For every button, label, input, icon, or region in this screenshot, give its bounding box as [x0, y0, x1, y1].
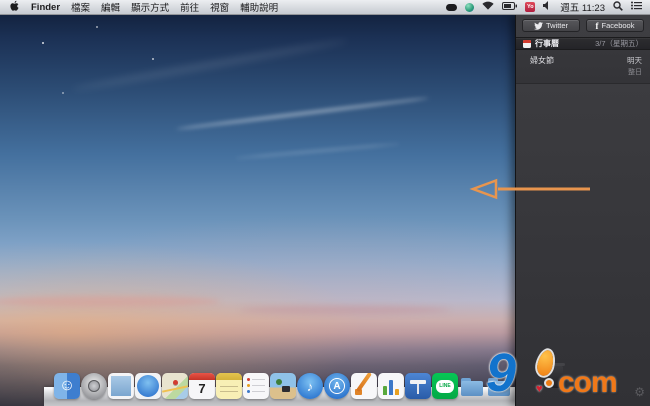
dock-line-icon[interactable]: LINE	[432, 373, 458, 399]
horizon-cloud	[240, 306, 450, 314]
apple-menu-icon[interactable]	[10, 0, 20, 15]
menu-item-go[interactable]: 前往	[180, 0, 199, 14]
dock-iphoto-icon[interactable]	[270, 373, 296, 399]
share-buttons-row: Twitter f Facebook	[516, 15, 650, 35]
contrail-cloud	[235, 143, 400, 159]
twitter-bird-icon	[534, 22, 543, 30]
calendar-day-number: 7	[189, 381, 215, 396]
calendar-section-header[interactable]: 行事曆 3/7（星期五）	[516, 37, 650, 50]
dock-calendar-icon[interactable]: 7	[189, 373, 215, 399]
pen	[356, 373, 372, 392]
dock-finder-icon[interactable]: ☺	[54, 373, 80, 399]
menu-item-file[interactable]: 檔案	[71, 0, 90, 14]
watermark-nine: 9	[486, 342, 516, 404]
active-app-name[interactable]: Finder	[31, 2, 60, 13]
star	[42, 42, 44, 44]
map-road	[162, 385, 188, 392]
cloud-wisp	[72, 38, 349, 93]
facebook-share-button[interactable]: f Facebook	[586, 19, 644, 32]
dock-reminders-icon[interactable]	[243, 373, 269, 399]
dock-pages-icon[interactable]	[351, 373, 377, 399]
dock: ☺ 7 ♪ A LINE	[54, 373, 512, 399]
podium-leg	[417, 384, 419, 394]
volume-icon[interactable]	[543, 1, 552, 13]
facebook-button-label: Facebook	[602, 21, 635, 30]
dock-keynote-icon[interactable]	[405, 373, 431, 399]
palm-tree	[276, 379, 282, 385]
dock-appstore-icon[interactable]: A	[324, 373, 350, 399]
calendar-section-title: 行事曆	[535, 38, 559, 49]
menu-item-window[interactable]: 視窗	[210, 0, 229, 14]
event-when: 明天	[627, 55, 642, 66]
line-speech-bubble: LINE	[436, 380, 454, 393]
dock-notes-icon[interactable]	[216, 373, 242, 399]
wifi-icon[interactable]	[482, 1, 494, 13]
star	[62, 92, 64, 94]
bird-photo	[116, 383, 126, 386]
event-duration: 整日	[627, 67, 642, 77]
yo-badge-icon[interactable]: Yo	[525, 2, 535, 12]
watermark-logo: 9 ♥ com	[486, 348, 650, 406]
compass-needle	[142, 379, 154, 393]
menu-bar: Finder 檔案 編輯 顯示方式 前往 視窗 輔助說明 Yo 週五 11:23	[0, 0, 650, 15]
watermark-com-text: com	[558, 366, 617, 400]
contrail-cloud	[176, 96, 429, 130]
event-name: 婦女節	[530, 55, 554, 77]
spotlight-icon[interactable]	[613, 1, 623, 14]
annotation-arrow-left	[468, 178, 593, 205]
notification-center-icon[interactable]	[631, 1, 642, 13]
dock-documents-folder-icon[interactable]	[459, 373, 485, 399]
calendar-icon	[523, 40, 531, 48]
dock-itunes-icon[interactable]: ♪	[297, 373, 323, 399]
star	[96, 26, 98, 28]
star	[152, 58, 154, 60]
calendar-section-date: 3/7（星期五）	[595, 38, 643, 49]
horizon-cloud	[0, 296, 220, 307]
dock-safari-icon[interactable]	[135, 373, 161, 399]
sync-circle-icon[interactable]	[465, 3, 474, 12]
menu-bar-clock[interactable]: 週五 11:23	[560, 0, 605, 14]
watermark-exclamation-dot	[546, 380, 552, 386]
facebook-f-icon: f	[596, 21, 599, 31]
chat-oval-icon[interactable]	[446, 4, 457, 11]
map-pin	[173, 380, 178, 385]
macos-desktop: Finder 檔案 編輯 顯示方式 前往 視窗 輔助說明 Yo 週五 11:23	[0, 0, 650, 406]
twitter-share-button[interactable]: Twitter	[522, 19, 580, 32]
dock-numbers-icon[interactable]	[378, 373, 404, 399]
menu-item-help[interactable]: 輔助說明	[240, 0, 278, 14]
menu-item-view[interactable]: 顯示方式	[131, 0, 169, 14]
watermark-exclamation-balloon	[535, 349, 556, 378]
twitter-button-label: Twitter	[546, 21, 568, 30]
watermark-heart-icon: ♥	[536, 383, 543, 395]
calendar-event-row[interactable]: 婦女節 明天 整日	[516, 50, 650, 84]
menu-item-edit[interactable]: 編輯	[101, 0, 120, 14]
battery-icon[interactable]	[502, 2, 517, 13]
camera	[282, 386, 290, 392]
dock-maps-icon[interactable]	[162, 373, 188, 399]
dock-launchpad-icon[interactable]	[81, 373, 107, 399]
dock-preview-icon[interactable]	[108, 373, 134, 399]
